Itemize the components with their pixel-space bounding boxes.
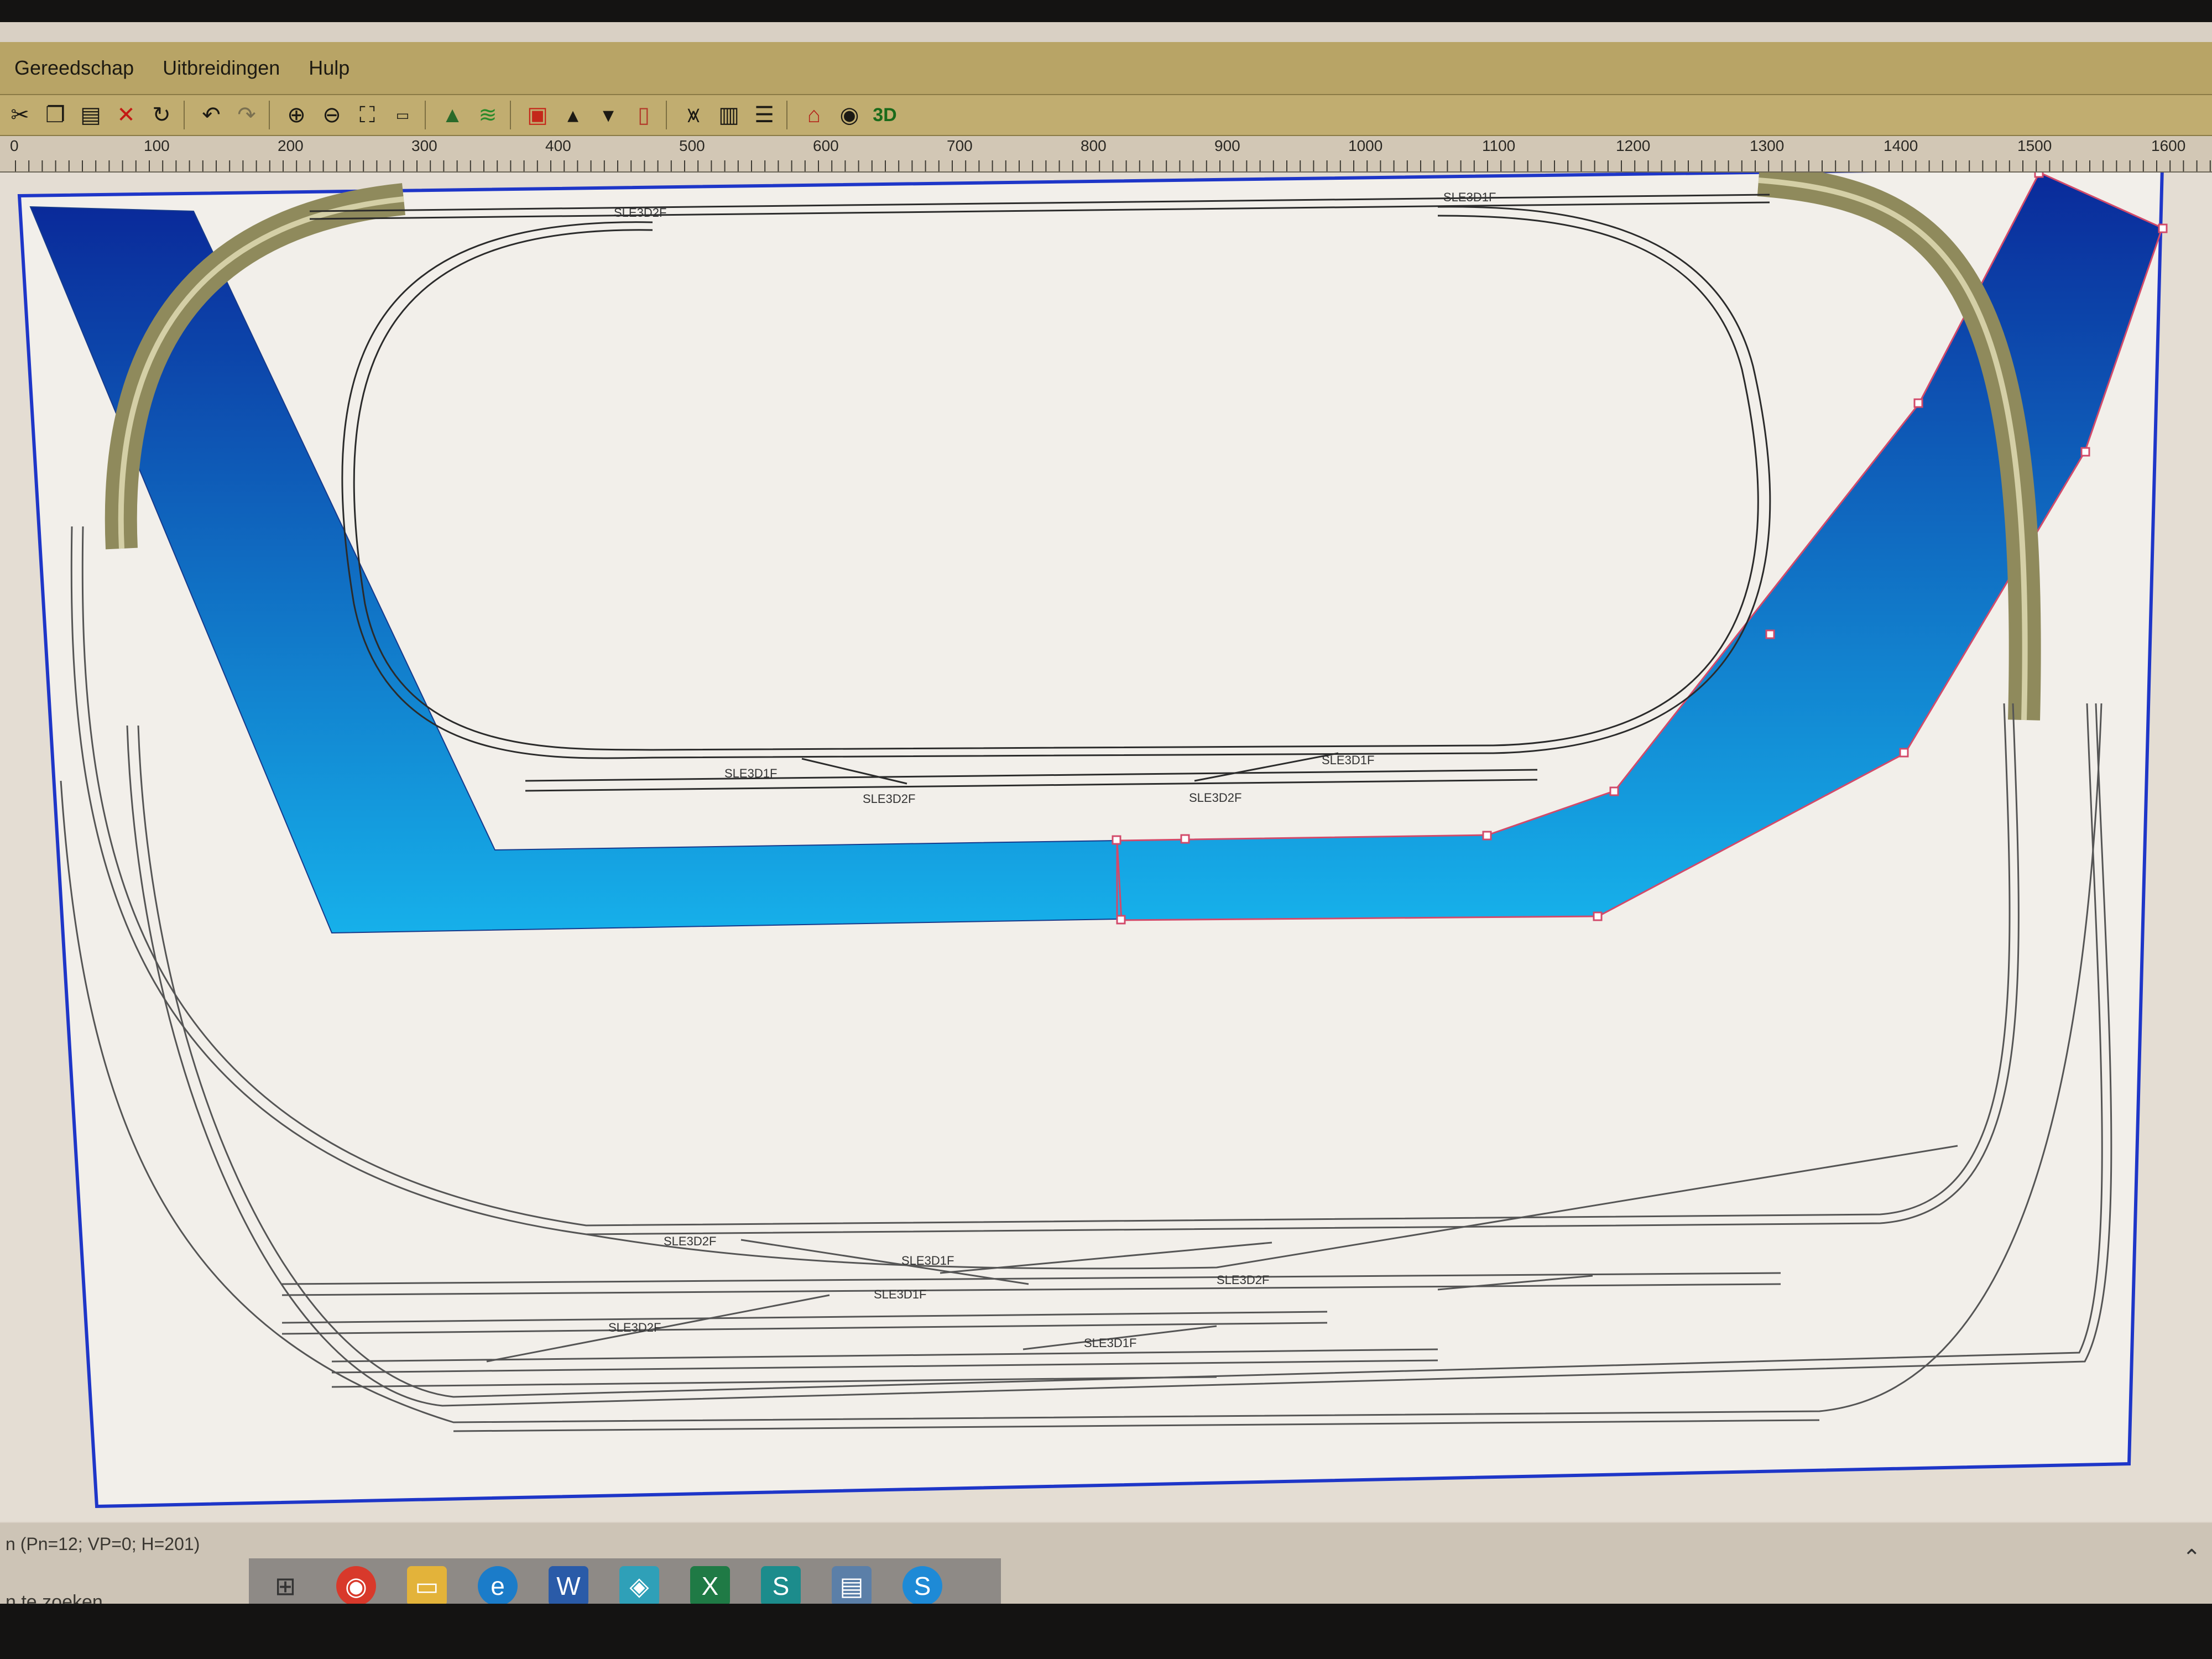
taskbar-search[interactable]: n te zoeken: [6, 1592, 103, 1604]
landscape-icon[interactable]: ▲: [437, 100, 468, 131]
horizontal-ruler: 0 100 200 300 400 500 600 700 800 900 1000 1100 1200…: [0, 136, 2212, 173]
ruler-label: 1300: [1750, 137, 1785, 154]
ruler-label: 1500: [2017, 137, 2052, 154]
document-icon[interactable]: ▤: [832, 1566, 872, 1604]
file-explorer-icon[interactable]: ▭: [407, 1566, 447, 1604]
track-height-up-icon[interactable]: ▴: [557, 100, 588, 131]
ruler-label: 1400: [1884, 137, 1918, 154]
figure-icon[interactable]: ◉: [834, 100, 865, 131]
layers-icon[interactable]: ≋: [472, 100, 503, 131]
layout-canvas[interactable]: SLE3D2F SLE3D1F SLE3D1F SLE3D2F SLE3D2F …: [0, 173, 2212, 1522]
ruler-label: 200: [278, 137, 304, 154]
fit-window-icon[interactable]: ⛶: [352, 100, 383, 131]
status-info: n (Pn=12; VP=0; H=201): [6, 1534, 200, 1554]
track-label: SLE3D1F: [1322, 753, 1374, 767]
ruler-label: 1000: [1348, 137, 1383, 154]
sharepoint-icon[interactable]: S: [761, 1566, 801, 1604]
track-height-icon[interactable]: ▣: [522, 100, 553, 131]
track-label: SLE3D2F: [1217, 1273, 1269, 1287]
ruler-label: 600: [813, 137, 839, 154]
lines-icon[interactable]: ☰: [749, 100, 780, 131]
building-icon[interactable]: ⌂: [799, 100, 830, 131]
toolbar-separator: [786, 101, 787, 129]
screen: Gereedschap Uitbreidingen Hulp ✂ ❐ ▤ ✕ ↻…: [0, 22, 2212, 1604]
delete-icon[interactable]: ✕: [111, 100, 142, 131]
track-label: SLE3D2F: [863, 792, 915, 806]
zoom-in-icon[interactable]: ⊕: [281, 100, 312, 131]
excel-icon[interactable]: X: [690, 1566, 730, 1604]
menu-gereedschap[interactable]: Gereedschap: [11, 54, 137, 82]
scissors-icon[interactable]: ✂: [4, 100, 35, 131]
track-height-down-icon[interactable]: ▾: [593, 100, 624, 131]
ruler-label: 0: [10, 137, 19, 154]
track-label: SLE3D1F: [901, 1254, 954, 1267]
component-icon[interactable]: ▥: [713, 100, 744, 131]
toolbar-separator: [666, 101, 667, 129]
app-icon[interactable]: ◈: [619, 1566, 659, 1604]
toolbar-separator: [269, 101, 270, 129]
track-label: SLE3D2F: [608, 1321, 661, 1334]
toolbar-separator: [184, 101, 185, 129]
ruler-label: 700: [947, 137, 973, 154]
ruler-label: 400: [545, 137, 571, 154]
track-label: SLE3D1F: [724, 766, 777, 780]
track-label: SLE3D2F: [614, 206, 666, 220]
copy-icon[interactable]: ❐: [40, 100, 71, 131]
ruler-label: 1200: [1616, 137, 1651, 154]
track-label: SLE3D1F: [874, 1287, 926, 1301]
chrome-icon[interactable]: ◉: [336, 1566, 376, 1604]
taskbar-icons: ⊞ ◉ ▭ e W ◈ X S ▤ S: [249, 1558, 1001, 1604]
undo-icon[interactable]: ↶: [196, 100, 227, 131]
ruler-label: 300: [411, 137, 437, 154]
ruler-label: 500: [679, 137, 705, 154]
track-label: SLE3D2F: [664, 1234, 716, 1248]
paste-icon[interactable]: ▤: [75, 100, 106, 131]
menu-bar: Gereedschap Uitbreidingen Hulp: [0, 42, 2212, 95]
edge-icon[interactable]: e: [478, 1566, 518, 1604]
system-tray-chevron-icon[interactable]: ⌃: [2182, 1545, 2201, 1571]
status-and-taskbar: n (Pn=12; VP=0; H=201) n te zoeken ⊞ ◉ ▭…: [0, 1523, 2212, 1604]
toolbar-separator: [510, 101, 511, 129]
track-label: SLE3D1F: [1443, 190, 1496, 204]
bridge-icon[interactable]: ⩙: [678, 100, 709, 131]
toolbar: ✂ ❐ ▤ ✕ ↻ ↶ ↷ ⊕ ⊖ ⛶ ▭ ▲ ≋ ▣ ▴ ▾ ▯ ⩙ ▥ ☰ …: [0, 95, 2212, 136]
rotate-icon[interactable]: ↻: [146, 100, 177, 131]
menu-hulp[interactable]: Hulp: [305, 54, 353, 82]
zoom-out-icon[interactable]: ⊖: [316, 100, 347, 131]
ruler-label: 900: [1214, 137, 1240, 154]
ruler-label: 800: [1081, 137, 1107, 154]
ruler-label: 1100: [1482, 137, 1516, 154]
track-height-off-icon[interactable]: ▯: [628, 100, 659, 131]
ruler-label: 100: [144, 137, 170, 154]
track-label: SLE3D1F: [1084, 1336, 1136, 1350]
track-layout-drawing[interactable]: SLE3D2F SLE3D1F SLE3D1F SLE3D2F SLE3D2F …: [0, 173, 2212, 1522]
track-label: SLE3D2F: [1189, 791, 1241, 805]
redo-icon[interactable]: ↷: [231, 100, 262, 131]
skype-icon[interactable]: S: [902, 1566, 942, 1604]
task-view-icon[interactable]: ⊞: [265, 1566, 305, 1604]
view-3d-icon[interactable]: 3D: [869, 100, 900, 131]
toolbar-separator: [425, 101, 426, 129]
word-icon[interactable]: W: [549, 1566, 588, 1604]
menu-uitbreidingen[interactable]: Uitbreidingen: [159, 54, 283, 82]
ruler-label: 1600: [2151, 137, 2186, 154]
scale-icon[interactable]: ▭: [387, 100, 418, 131]
